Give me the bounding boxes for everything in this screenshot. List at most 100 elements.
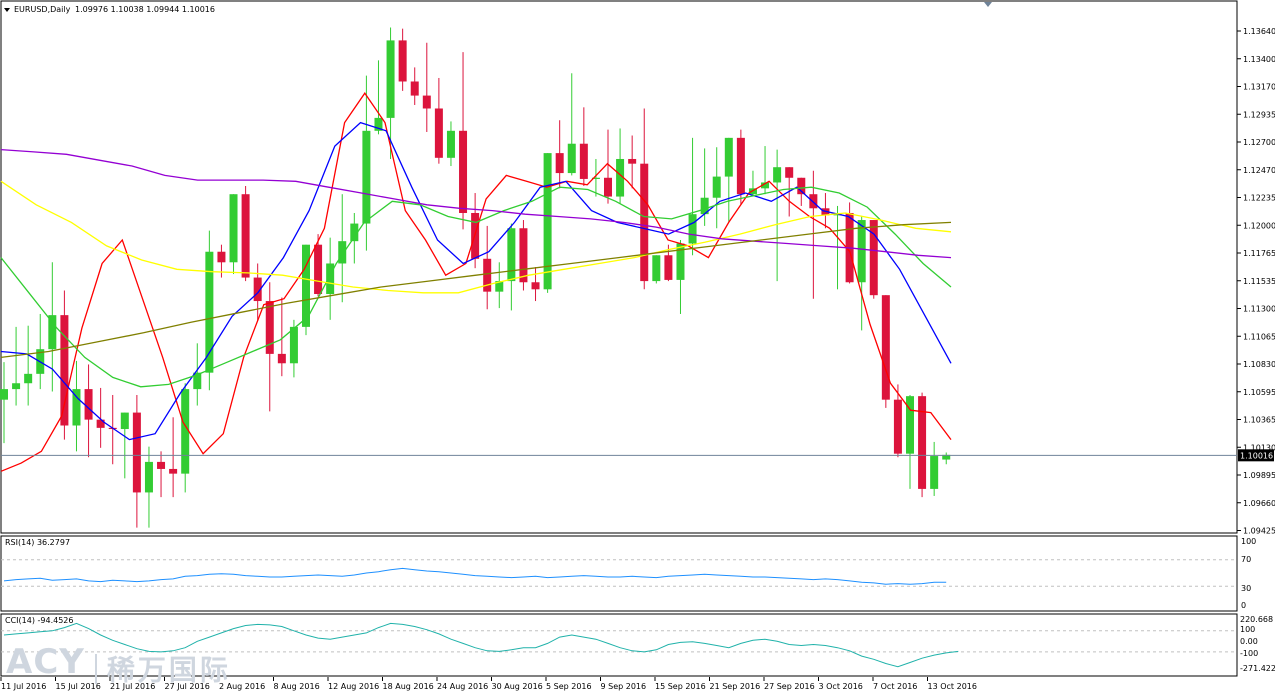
candle-body (144, 461, 153, 493)
candle-body (12, 383, 21, 390)
candle-body (712, 176, 721, 198)
watermark-chinese: 稀万国际 (106, 653, 231, 687)
cci-label: CCI(14) -94.4526 (5, 616, 73, 625)
candle-body (519, 228, 528, 283)
candle-body (483, 258, 492, 292)
candle-body (422, 95, 431, 109)
date-axis-label: 24 Aug 2016 (437, 682, 488, 691)
price-axis-label: 1.13400 (1243, 55, 1275, 64)
rsi-label: RSI(14) 36.2797 (5, 538, 70, 547)
price-axis-label: 1.12935 (1243, 110, 1275, 119)
price-axis-label: 1.12470 (1243, 166, 1275, 175)
candle-body (60, 315, 69, 426)
watermark-divider (94, 653, 97, 684)
price-axis-label: 1.11300 (1243, 305, 1275, 314)
price-axis-label: 1.13640 (1243, 27, 1275, 36)
price-axis-label: 1.10595 (1243, 388, 1275, 397)
price-axis-label: 1.09660 (1243, 499, 1275, 508)
date-axis-label: 27 Sep 2016 (764, 682, 815, 691)
candle-body (410, 81, 419, 96)
candle-body (96, 419, 105, 428)
candle-body (314, 244, 323, 295)
candle-body (543, 153, 552, 290)
cci-level-0: 0.00 (1240, 637, 1258, 646)
symbol-label: EURUSD,Daily (14, 5, 71, 14)
price-axis-label: 1.13170 (1243, 83, 1275, 92)
watermark-brand: ACY (6, 642, 85, 682)
candle-body (181, 389, 190, 474)
candle-body (531, 282, 540, 290)
date-axis-label: 18 Aug 2016 (383, 682, 434, 691)
candle-body (567, 143, 576, 174)
price-axis-label: 1.12700 (1243, 138, 1275, 147)
date-axis-label: 5 Sep 2016 (546, 682, 592, 691)
candle-body (930, 456, 939, 489)
candle-body (640, 163, 649, 282)
candle-body (398, 40, 407, 82)
candle-body (362, 130, 371, 224)
candle-body (217, 251, 226, 263)
date-axis-label: 21 Sep 2016 (710, 682, 761, 691)
candle-body (893, 399, 902, 454)
candle-body (48, 315, 57, 350)
price-axis-label: 1.09425 (1243, 527, 1275, 536)
rsi-level-100: 100 (1241, 537, 1256, 546)
candle-body (132, 412, 141, 493)
date-axis-label: 8 Aug 2016 (274, 682, 320, 691)
candle-body (918, 396, 927, 489)
date-axis-label: 13 Oct 2016 (928, 682, 977, 691)
candle-body (809, 194, 818, 209)
candle-body (338, 241, 347, 264)
candle-body (289, 326, 298, 364)
candle-body (773, 167, 782, 183)
price-axis-label: 1.12235 (1243, 194, 1275, 203)
candle-body (881, 295, 890, 400)
price-axis-label: 1.11065 (1243, 332, 1275, 341)
rsi-panel[interactable] (0, 535, 1238, 612)
date-axis-label: 30 Aug 2016 (492, 682, 543, 691)
candle-body (277, 353, 286, 364)
candle-body (507, 228, 516, 282)
candle-body (652, 255, 661, 282)
price-axis-label: 1.11765 (1243, 249, 1275, 258)
chart-window[interactable]: 1.13640 1.13400 1.13170 1.12935 1.12700 1.124… (0, 0, 1275, 695)
price-axis-label: 1.10830 (1243, 360, 1275, 369)
candle-body (84, 389, 93, 420)
date-axis-label: 15 Sep 2016 (655, 682, 706, 691)
candle-body (604, 177, 612, 197)
candle-body (857, 220, 866, 283)
cci-level-min: -271.4227 (1240, 664, 1275, 673)
candle-body (24, 373, 33, 384)
chart-canvas[interactable]: 1.13640 1.13400 1.13170 1.12935 1.12700 1.124… (0, 0, 1275, 695)
price-axis-label: 1.11535 (1243, 277, 1275, 286)
candle-body (628, 158, 637, 164)
ohlc-values: 1.09976 1.10038 1.09944 1.10016 (75, 5, 215, 14)
date-axis-label: 9 Sep 2016 (601, 682, 647, 691)
current-price-label: 1.10016 (1240, 451, 1273, 460)
candle-body (157, 461, 166, 469)
candle-body (241, 194, 250, 278)
candle-body (0, 389, 8, 400)
candle-body (229, 194, 238, 263)
candle-body (688, 214, 697, 244)
candle-body (72, 389, 81, 426)
rsi-level-0: 0 (1241, 601, 1246, 610)
date-axis-label: 3 Oct 2016 (819, 682, 863, 691)
candle-body (446, 130, 455, 158)
rsi-level-70: 70 (1241, 555, 1251, 564)
candle-body (120, 412, 129, 430)
candle-body (205, 251, 214, 373)
candle-body (326, 263, 335, 295)
candle-body (724, 137, 733, 177)
price-axis-label: 1.12000 (1243, 221, 1275, 230)
candle-body (459, 130, 468, 213)
date-axis-label: 7 Oct 2016 (873, 682, 917, 691)
candle-body (785, 167, 794, 178)
candle-body (664, 255, 673, 280)
price-axis-label: 1.10365 (1243, 416, 1275, 425)
candle-body (579, 143, 588, 179)
candle-body (169, 468, 178, 474)
cci-level-max: 220.668 (1240, 615, 1273, 624)
price-axis-label: 1.09895 (1243, 471, 1275, 480)
rsi-level-30: 30 (1241, 584, 1251, 593)
